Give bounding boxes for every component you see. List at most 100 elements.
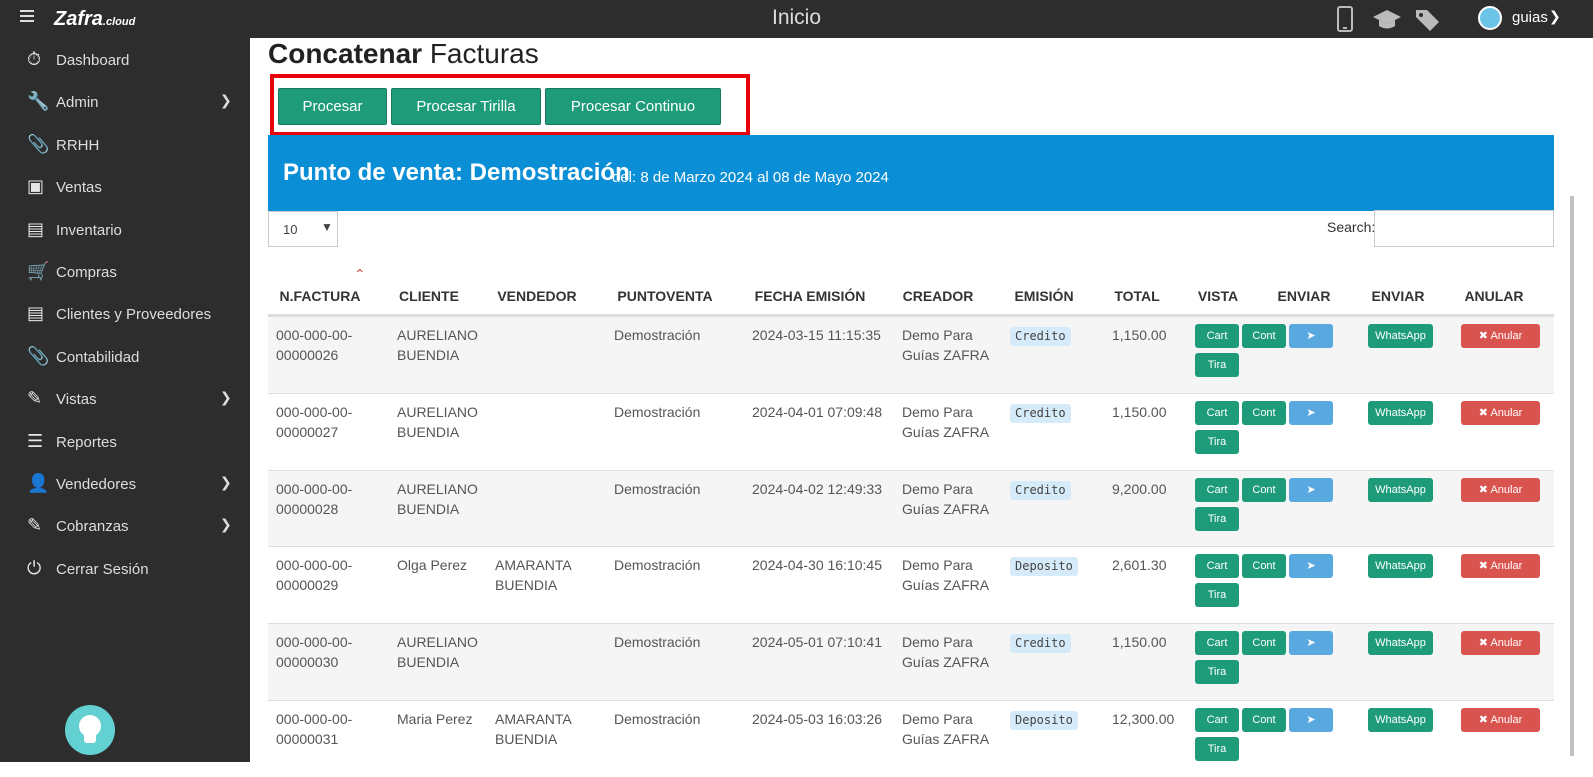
whatsapp-button[interactable]: WhatsApp: [1368, 477, 1433, 502]
cart-button[interactable]: Cart: [1195, 324, 1239, 348]
cont-button[interactable]: Cont: [1242, 554, 1286, 579]
send-telegram-button[interactable]: ➤: [1289, 477, 1333, 502]
sidebar-item-label: RRHH: [56, 136, 100, 154]
sidebar-item[interactable]: 📎 Contabilidad: [0, 337, 250, 377]
procesar-button[interactable]: Procesar: [278, 88, 387, 125]
anular-button[interactable]: ✖ Anular: [1461, 324, 1540, 348]
whatsapp-button[interactable]: WhatsApp: [1368, 708, 1433, 732]
cont-button[interactable]: Cont: [1242, 400, 1286, 425]
paperclip-icon: 📎: [27, 345, 50, 366]
emission-badge: Credito: [1010, 480, 1071, 500]
user-name[interactable]: guias: [1512, 9, 1548, 26]
creator-line2: Guías ZAFRA: [902, 577, 990, 594]
issue-date: 2024-05-01 07:10:41: [752, 634, 882, 651]
phone-icon[interactable]: [1337, 6, 1353, 32]
total: 1,150.00: [1112, 634, 1167, 651]
client-line2: BUENDIA: [397, 654, 460, 671]
sidebar-item[interactable]: ✎ Vistas ❯: [0, 379, 250, 419]
sidebar-item-label: Cobranzas: [56, 518, 129, 536]
graduation-cap-icon[interactable]: [1372, 6, 1402, 32]
tira-button[interactable]: Tira: [1195, 660, 1239, 685]
column-header[interactable]: ANULAR: [1424, 288, 1564, 304]
whatsapp-button[interactable]: WhatsApp: [1368, 631, 1433, 656]
column-header[interactable]: FECHA EMISIÓN: [740, 288, 880, 304]
page-size-select[interactable]: 10 ▼: [268, 211, 338, 247]
send-telegram-button[interactable]: ➤: [1289, 400, 1333, 425]
whatsapp-button[interactable]: WhatsApp: [1368, 554, 1433, 579]
sidebar-item[interactable]: 👤 Vendedores ❯: [0, 464, 250, 504]
avatar[interactable]: [1478, 6, 1502, 30]
scrollbar[interactable]: [1570, 196, 1574, 756]
cont-button[interactable]: Cont: [1242, 708, 1286, 732]
send-telegram-button[interactable]: ➤: [1289, 554, 1333, 579]
anular-button[interactable]: ✖ Anular: [1461, 477, 1540, 502]
cont-button[interactable]: Cont: [1242, 477, 1286, 502]
emission-badge: Credito: [1010, 327, 1071, 346]
sidebar-item[interactable]: ⏱ Dashboard: [0, 40, 250, 80]
column-header[interactable]: VENDEDOR: [467, 288, 607, 304]
anular-button[interactable]: ✖ Anular: [1461, 554, 1540, 579]
tira-button[interactable]: Tira: [1195, 429, 1239, 454]
whatsapp-button[interactable]: WhatsApp: [1368, 400, 1433, 425]
sales-point: Demostración: [614, 711, 701, 727]
close-icon: ✖: [1478, 406, 1491, 419]
sidebar-item[interactable]: 📎 RRHH: [0, 125, 250, 165]
tira-button[interactable]: Tira: [1195, 506, 1239, 531]
client-line1: AURELIANO: [397, 480, 478, 497]
cart-button[interactable]: Cart: [1195, 400, 1239, 425]
creator-line2: Guías ZAFRA: [902, 654, 990, 671]
invoice-number-line1: 000-000-00-: [276, 711, 353, 727]
wrench-icon: 🔧: [27, 91, 50, 112]
sidebar-item[interactable]: ✎ Cobranzas ❯: [0, 506, 250, 546]
power-icon: ⏻: [27, 557, 42, 578]
paper-plane-icon: ➤: [1306, 714, 1316, 726]
client-line1: Maria Perez: [397, 711, 473, 727]
anular-label: Anular: [1490, 560, 1523, 573]
tags-icon[interactable]: [1414, 6, 1444, 32]
creator-line2: Guías ZAFRA: [902, 500, 990, 517]
top-bar: Zafra.cloud Inicio guias ❯: [0, 0, 1593, 38]
whatsapp-button[interactable]: WhatsApp: [1368, 324, 1433, 348]
sort-asc-icon[interactable]: ⌃: [354, 266, 366, 283]
sidebar-item[interactable]: 🔧 Admin ❯: [0, 82, 250, 122]
tira-button[interactable]: Tira: [1195, 737, 1239, 761]
cart-button[interactable]: Cart: [1195, 477, 1239, 502]
sidebar-item[interactable]: ⏻ Cerrar Sesión: [0, 549, 250, 589]
tira-button[interactable]: Tira: [1195, 353, 1239, 377]
sidebar-item[interactable]: ▤ Clientes y Proveedores: [0, 294, 250, 334]
chevron-down-icon[interactable]: ❯: [1549, 8, 1561, 25]
sidebar-item[interactable]: ▣ Ventas: [0, 167, 250, 207]
cont-button[interactable]: Cont: [1242, 324, 1286, 348]
sales-point: Demostración: [614, 557, 701, 574]
sidebar-item[interactable]: ▤ Inventario: [0, 210, 250, 250]
invoice-number-line2: 00000029: [276, 577, 339, 594]
close-icon: ✖: [1478, 714, 1491, 726]
tira-button[interactable]: Tira: [1195, 583, 1239, 608]
close-icon: ✖: [1478, 637, 1491, 650]
total: 9,200.00: [1112, 480, 1167, 497]
sidebar-item[interactable]: 🛒 Compras: [0, 252, 250, 292]
table-row: 000-000-00- 00000031 Maria Perez AMARANTA BU…: [268, 700, 1554, 777]
anular-button[interactable]: ✖ Anular: [1461, 400, 1540, 425]
search-input[interactable]: [1374, 210, 1554, 247]
cont-button[interactable]: Cont: [1242, 631, 1286, 656]
emission-badge: Deposito: [1010, 711, 1078, 730]
cart-button[interactable]: Cart: [1195, 631, 1239, 656]
lightbulb-icon[interactable]: [65, 705, 115, 755]
chevron-right-icon: ❯: [220, 92, 232, 109]
procesar-continuo-button[interactable]: Procesar Continuo: [545, 88, 721, 125]
anular-button[interactable]: ✖ Anular: [1461, 708, 1540, 732]
sidebar: ⏱ Dashboard 🔧 Admin ❯ 📎 RRHH ▣ Ventas ▤ Inventario…: [0, 38, 250, 762]
send-telegram-button[interactable]: ➤: [1289, 631, 1333, 656]
send-telegram-button[interactable]: ➤: [1289, 708, 1333, 732]
procesar-tirilla-button[interactable]: Procesar Tirilla: [391, 88, 541, 125]
cart-button[interactable]: Cart: [1195, 554, 1239, 579]
creator-line1: Demo Para: [902, 327, 973, 343]
cart-button[interactable]: Cart: [1195, 708, 1239, 732]
send-telegram-button[interactable]: ➤: [1289, 324, 1333, 348]
seller-line1: AMARANTA: [495, 711, 572, 727]
column-header[interactable]: PUNTOVENTA: [595, 288, 735, 304]
anular-button[interactable]: ✖ Anular: [1461, 631, 1540, 656]
paper-plane-icon: ➤: [1306, 483, 1316, 496]
sidebar-item[interactable]: ☰ Reportes: [0, 422, 250, 462]
